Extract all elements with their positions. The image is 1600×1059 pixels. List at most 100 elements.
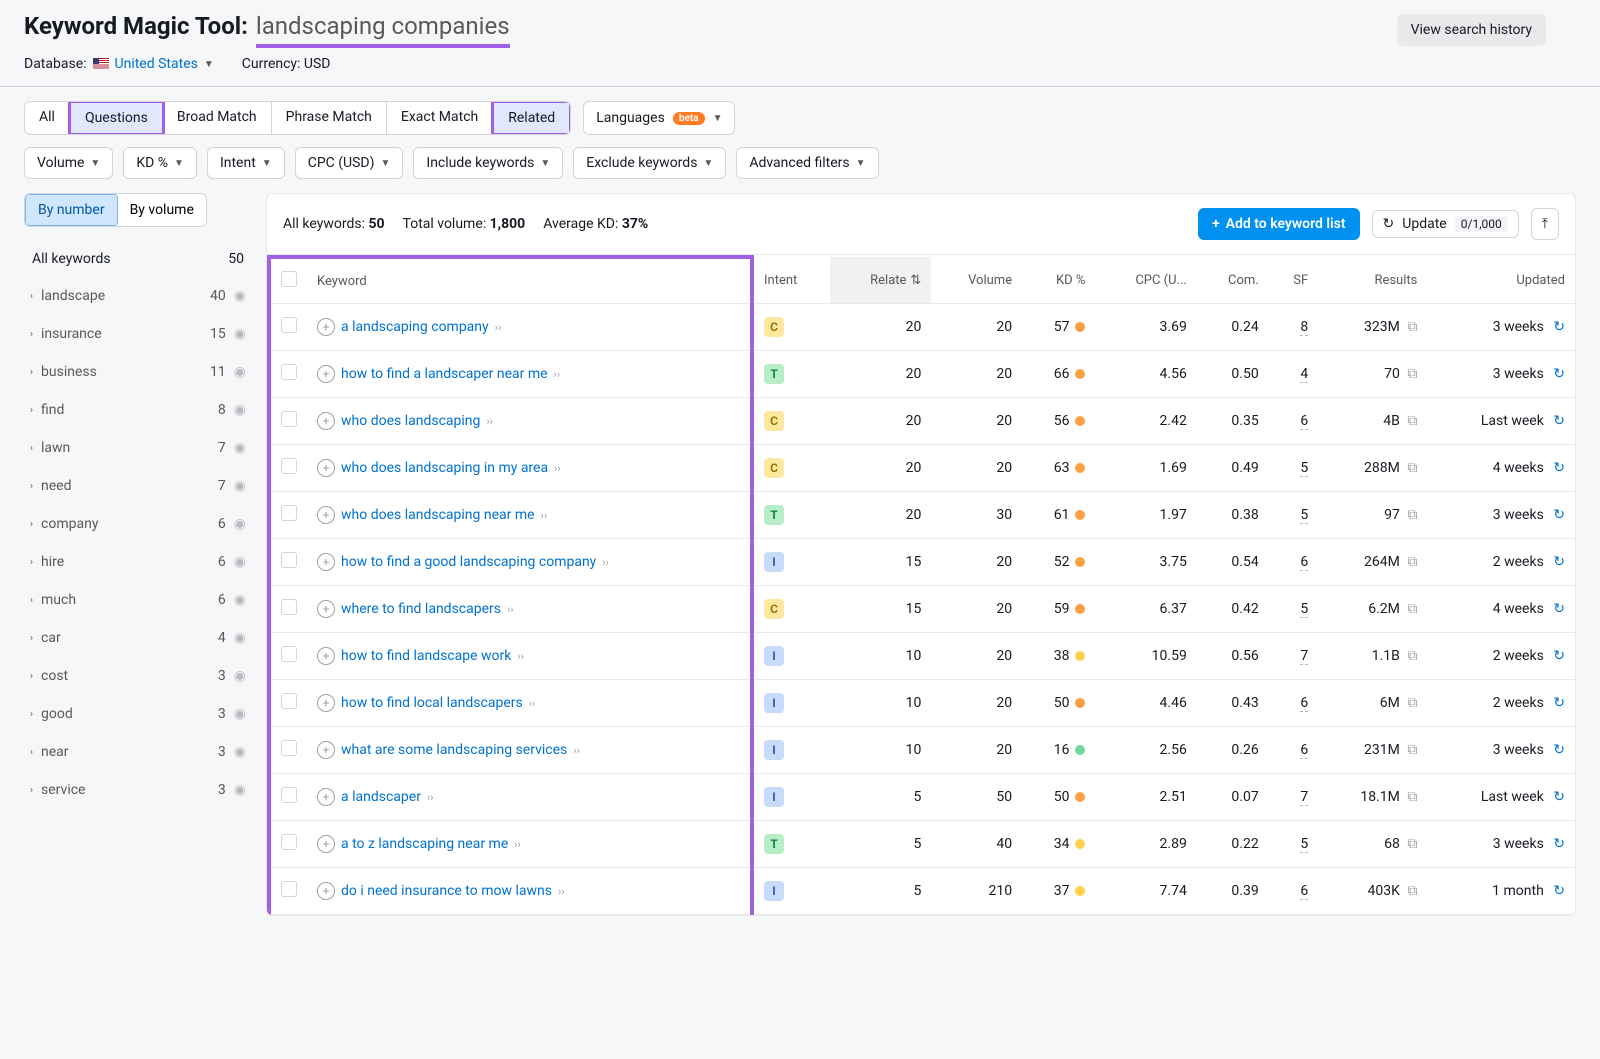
refresh-icon[interactable]: ↻ <box>1550 319 1565 335</box>
serp-icon[interactable]: ⧉ <box>1404 460 1417 476</box>
keyword-link[interactable]: a landscaper <box>341 789 421 805</box>
select-all-checkbox[interactable] <box>281 271 297 287</box>
col-volume[interactable]: Volume <box>931 257 1022 304</box>
keyword-link[interactable]: who does landscaping <box>341 413 480 429</box>
keyword-link[interactable]: who does landscaping near me <box>341 507 535 523</box>
serp-icon[interactable]: ⧉ <box>1404 319 1417 335</box>
serp-icon[interactable]: ⧉ <box>1404 789 1417 805</box>
refresh-icon[interactable]: ↻ <box>1550 695 1565 711</box>
row-checkbox[interactable] <box>281 411 297 427</box>
expand-icon[interactable]: + <box>317 600 335 618</box>
serp-icon[interactable]: ⧉ <box>1404 648 1417 664</box>
row-checkbox[interactable] <box>281 599 297 615</box>
col-kd[interactable]: KD % <box>1022 257 1095 304</box>
row-checkbox[interactable] <box>281 881 297 897</box>
add-to-list-button[interactable]: +Add to keyword list <box>1198 208 1360 240</box>
sidebar-item[interactable]: ›service3◉ <box>24 771 252 809</box>
serp-icon[interactable]: ⧉ <box>1404 601 1417 617</box>
filter-include[interactable]: Include keywords▼ <box>413 147 563 179</box>
filter-volume[interactable]: Volume▼ <box>24 147 113 179</box>
row-checkbox[interactable] <box>281 693 297 709</box>
sidebar-item[interactable]: ›business11◉ <box>24 353 252 391</box>
sidebar-item[interactable]: ›need7◉ <box>24 467 252 505</box>
serp-icon[interactable]: ⧉ <box>1404 883 1417 899</box>
serp-icon[interactable]: ⧉ <box>1404 742 1417 758</box>
serp-icon[interactable]: ⧉ <box>1404 554 1417 570</box>
view-by-volume[interactable]: By volume <box>118 194 206 226</box>
refresh-icon[interactable]: ↻ <box>1550 413 1565 429</box>
tab-broad-match[interactable]: Broad Match <box>163 102 272 134</box>
refresh-icon[interactable]: ↻ <box>1550 554 1565 570</box>
expand-icon[interactable]: + <box>317 553 335 571</box>
keyword-link[interactable]: how to find a good landscaping company <box>341 554 596 570</box>
row-checkbox[interactable] <box>281 834 297 850</box>
refresh-icon[interactable]: ↻ <box>1550 507 1565 523</box>
expand-icon[interactable]: + <box>317 412 335 430</box>
sidebar-item[interactable]: ›hire6◉ <box>24 543 252 581</box>
row-checkbox[interactable] <box>281 740 297 756</box>
sidebar-item[interactable]: ›landscape40◉ <box>24 277 252 315</box>
export-button[interactable]: ⤒ <box>1531 208 1559 240</box>
expand-icon[interactable]: + <box>317 882 335 900</box>
tab-phrase-match[interactable]: Phrase Match <box>272 102 387 134</box>
keyword-link[interactable]: do i need insurance to mow lawns <box>341 883 552 899</box>
refresh-icon[interactable]: ↻ <box>1550 648 1565 664</box>
keyword-link[interactable]: where to find landscapers <box>341 601 501 617</box>
col-results[interactable]: Results <box>1318 257 1427 304</box>
col-related[interactable]: Relate⇅ <box>830 257 931 304</box>
keyword-link[interactable]: how to find a landscaper near me <box>341 366 548 382</box>
col-updated[interactable]: Updated <box>1427 257 1575 304</box>
sidebar-item[interactable]: ›lawn7◉ <box>24 429 252 467</box>
keyword-link[interactable]: who does landscaping in my area <box>341 460 548 476</box>
expand-icon[interactable]: + <box>317 788 335 806</box>
sidebar-item[interactable]: ›good3◉ <box>24 695 252 733</box>
sidebar-item[interactable]: ›much6◉ <box>24 581 252 619</box>
expand-icon[interactable]: + <box>317 506 335 524</box>
col-com[interactable]: Com. <box>1197 257 1269 304</box>
filter-cpc[interactable]: CPC (USD)▼ <box>295 147 404 179</box>
sidebar-item[interactable]: ›company6◉ <box>24 505 252 543</box>
expand-icon[interactable]: + <box>317 459 335 477</box>
sidebar-item[interactable]: ›cost3◉ <box>24 657 252 695</box>
update-button[interactable]: ↻ Update 0/1,000 <box>1372 210 1519 238</box>
keyword-link[interactable]: how to find landscape work <box>341 648 511 664</box>
filter-exclude[interactable]: Exclude keywords▼ <box>573 147 726 179</box>
serp-icon[interactable]: ⧉ <box>1404 507 1417 523</box>
row-checkbox[interactable] <box>281 364 297 380</box>
sidebar-item[interactable]: ›insurance15◉ <box>24 315 252 353</box>
refresh-icon[interactable]: ↻ <box>1550 836 1565 852</box>
expand-icon[interactable]: + <box>317 365 335 383</box>
tab-all[interactable]: All <box>25 102 70 134</box>
tab-related[interactable]: Related <box>491 101 571 135</box>
keyword-link[interactable]: what are some landscaping services <box>341 742 567 758</box>
refresh-icon[interactable]: ↻ <box>1550 883 1565 899</box>
keyword-link[interactable]: a landscaping company <box>341 319 489 335</box>
row-checkbox[interactable] <box>281 505 297 521</box>
serp-icon[interactable]: ⧉ <box>1404 836 1417 852</box>
serp-icon[interactable]: ⧉ <box>1404 366 1417 382</box>
col-sf[interactable]: SF <box>1269 257 1318 304</box>
keyword-link[interactable]: a to z landscaping near me <box>341 836 508 852</box>
view-by-number[interactable]: By number <box>25 194 118 226</box>
col-intent[interactable]: Intent <box>752 257 830 304</box>
refresh-icon[interactable]: ↻ <box>1550 789 1565 805</box>
filter-kd[interactable]: KD %▼ <box>123 147 197 179</box>
sidebar-item[interactable]: ›car4◉ <box>24 619 252 657</box>
sidebar-item[interactable]: ›near3◉ <box>24 733 252 771</box>
view-history-button[interactable]: View search history <box>1397 14 1546 46</box>
row-checkbox[interactable] <box>281 458 297 474</box>
refresh-icon[interactable]: ↻ <box>1550 601 1565 617</box>
expand-icon[interactable]: + <box>317 741 335 759</box>
refresh-icon[interactable]: ↻ <box>1550 460 1565 476</box>
serp-icon[interactable]: ⧉ <box>1404 413 1417 429</box>
expand-icon[interactable]: + <box>317 694 335 712</box>
sidebar-item[interactable]: ›find8◉ <box>24 391 252 429</box>
filter-intent[interactable]: Intent▼ <box>207 147 285 179</box>
database-selector[interactable]: Database: United States ▼ <box>24 56 214 72</box>
expand-icon[interactable]: + <box>317 647 335 665</box>
row-checkbox[interactable] <box>281 317 297 333</box>
keyword-link[interactable]: how to find local landscapers <box>341 695 523 711</box>
serp-icon[interactable]: ⧉ <box>1404 695 1417 711</box>
row-checkbox[interactable] <box>281 552 297 568</box>
row-checkbox[interactable] <box>281 646 297 662</box>
